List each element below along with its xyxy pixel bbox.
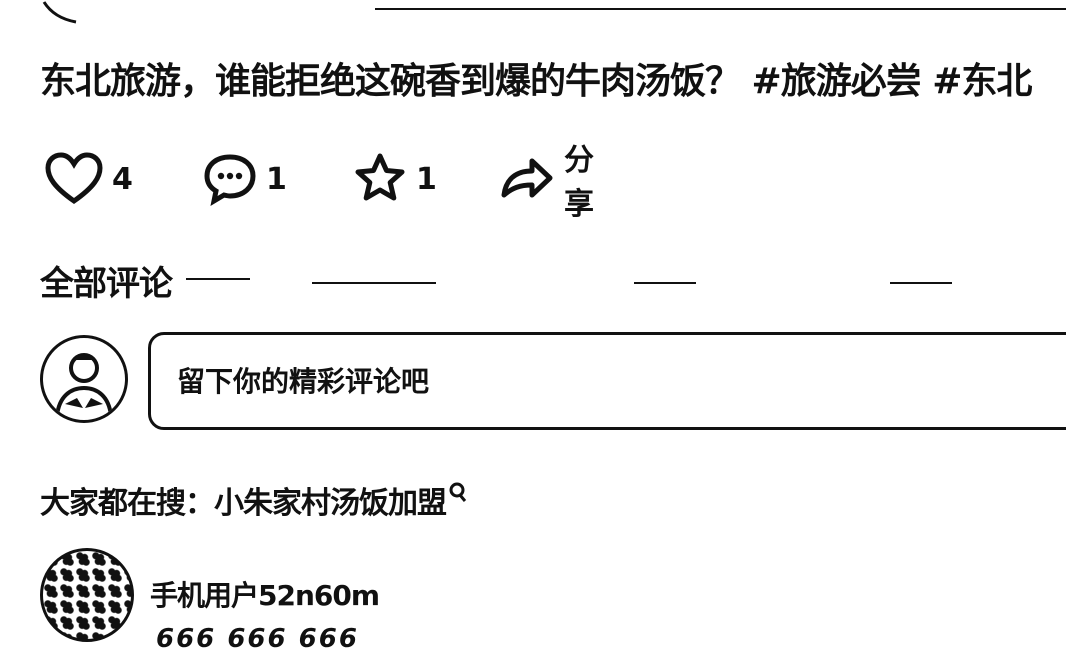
divider-line xyxy=(634,282,696,284)
search-suggestion-link[interactable]: 小朱家村汤饭加盟 xyxy=(214,478,447,522)
star-icon xyxy=(352,151,408,207)
search-icon[interactable] xyxy=(448,477,468,512)
favorite-count: 1 xyxy=(416,161,437,197)
current-user-avatar[interactable] xyxy=(40,335,128,423)
post-title: 东北旅游，谁能拒绝这碗香到爆的牛肉汤饭？ #旅游必尝 #东北 xyxy=(40,61,1032,102)
share-arrow-icon xyxy=(498,151,556,207)
trending-search-row: 大家都在搜： 小朱家村汤饭加盟 xyxy=(40,478,468,522)
share-label: 分享 xyxy=(564,143,594,222)
top-divider xyxy=(375,8,1066,10)
comment-text: 666 666 666 xyxy=(156,624,359,654)
comment-button[interactable]: 1 xyxy=(202,148,287,210)
commenter-avatar[interactable] xyxy=(40,548,134,642)
divider-line xyxy=(186,278,250,280)
like-count: 4 xyxy=(112,161,133,197)
commenter-username[interactable]: 手机用户52n60m xyxy=(150,574,380,614)
like-button[interactable]: 4 xyxy=(44,148,133,210)
comment-bubble-icon xyxy=(202,151,258,207)
search-prefix-label: 大家都在搜： xyxy=(40,486,215,521)
favorite-button[interactable]: 1 xyxy=(352,148,437,210)
divider-line xyxy=(890,282,952,284)
top-corner-decoration xyxy=(40,0,80,24)
all-comments-heading: 全部评论 xyxy=(40,264,173,304)
comment-count: 1 xyxy=(266,161,287,197)
heart-icon xyxy=(44,151,104,207)
comment-input[interactable] xyxy=(148,332,1066,430)
share-button[interactable]: 分享 xyxy=(498,143,594,222)
divider-line xyxy=(312,282,436,284)
